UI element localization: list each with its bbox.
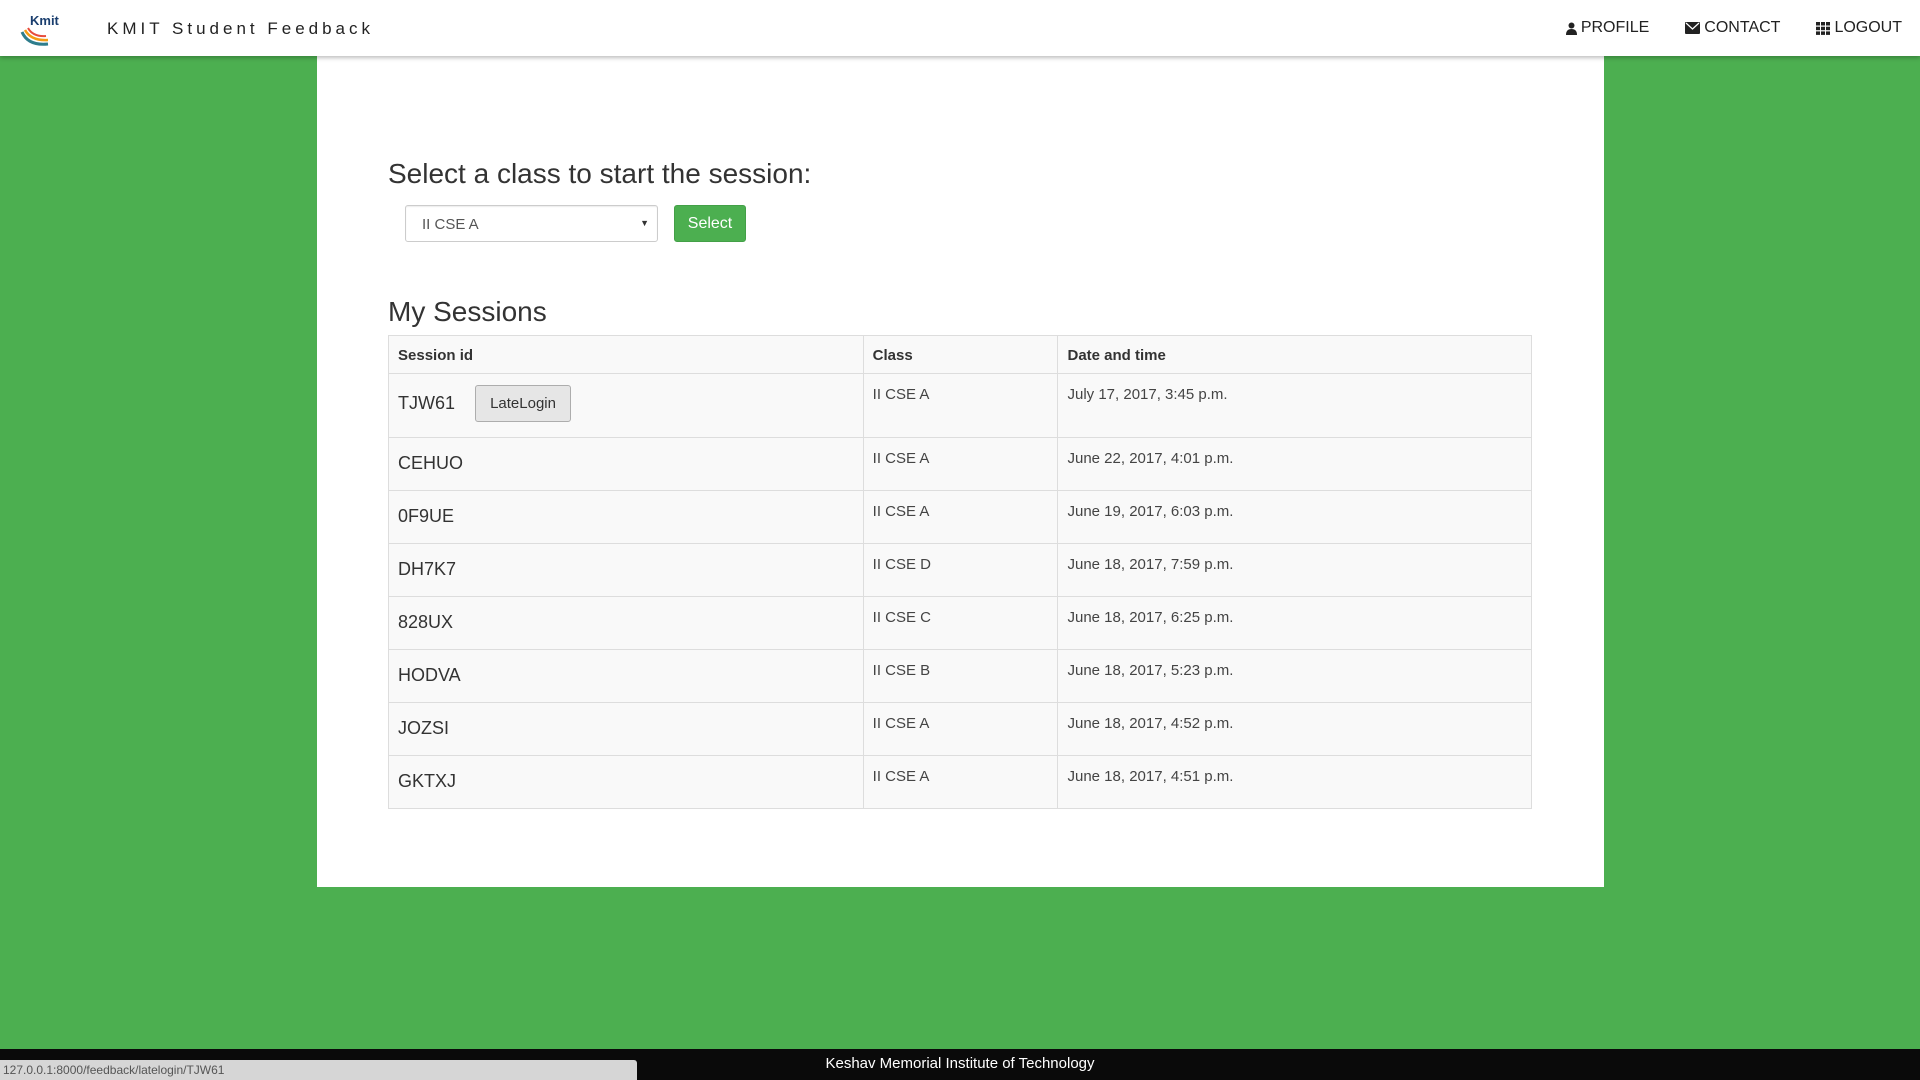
svg-text:Kmit: Kmit: [30, 13, 60, 28]
nav-contact-link[interactable]: CONTACT: [1685, 19, 1780, 37]
class-select-value: II CSE A: [422, 216, 479, 233]
session-id-cell: 828UX: [388, 596, 864, 650]
select-class-heading: Select a class to start the session:: [388, 158, 812, 189]
session-datetime-cell: June 22, 2017, 4:01 p.m.: [1057, 437, 1532, 491]
session-datetime-cell: June 18, 2017, 6:25 p.m.: [1057, 596, 1532, 650]
late-login-button[interactable]: LateLogin: [475, 385, 572, 422]
kmit-logo[interactable]: Kmit: [18, 10, 68, 46]
session-datetime-cell: June 19, 2017, 6:03 p.m.: [1057, 490, 1532, 544]
table-header-row: Session id Class Date and time: [388, 335, 1532, 374]
table-row: JOZSI II CSE A June 18, 2017, 4:52 p.m.: [388, 702, 1532, 756]
nav-contact-label: CONTACT: [1704, 19, 1781, 36]
session-class-cell: II CSE C: [862, 596, 1059, 650]
session-datetime-cell: June 18, 2017, 5:23 p.m.: [1057, 649, 1532, 703]
session-class-cell: II CSE B: [862, 649, 1059, 703]
session-class-cell: II CSE A: [862, 490, 1059, 544]
session-datetime-cell: June 18, 2017, 4:52 p.m.: [1057, 702, 1532, 756]
column-header-class: Class: [862, 335, 1059, 374]
app-title: KMIT Student Feedback: [107, 19, 375, 38]
nav-logout-link[interactable]: LOGOUT: [1816, 19, 1902, 37]
session-id-cell: DH7K7: [388, 543, 864, 597]
nav-profile-label: PROFILE: [1580, 19, 1650, 36]
envelope-icon: [1685, 22, 1701, 34]
table-row: CEHUO II CSE A June 22, 2017, 4:01 p.m.: [388, 437, 1532, 491]
session-id-cell: GKTXJ: [388, 755, 864, 809]
select-button[interactable]: Select: [674, 205, 746, 242]
session-datetime-cell: June 18, 2017, 4:51 p.m.: [1057, 755, 1532, 809]
column-header-date-time: Date and time: [1057, 335, 1532, 374]
session-class-cell: II CSE D: [862, 543, 1059, 597]
session-id-cell: TJW61 LateLogin: [388, 373, 864, 438]
nav-links: PROFILE CONTACT LOGOUT: [1530, 0, 1902, 56]
nav-profile-link[interactable]: PROFILE: [1565, 19, 1650, 37]
class-select[interactable]: II CSE A ▼: [405, 205, 658, 242]
session-class-cell: II CSE A: [862, 755, 1059, 809]
session-id-cell: HODVA: [388, 649, 864, 703]
nav-logout-label: LOGOUT: [1834, 19, 1902, 36]
status-bar-url: 127.0.0.1:8000/feedback/latelogin/TJW61: [0, 1060, 637, 1080]
user-icon: [1565, 22, 1577, 35]
session-class-cell: II CSE A: [862, 702, 1059, 756]
session-class-cell: II CSE A: [862, 373, 1059, 438]
my-sessions-heading: My Sessions: [388, 296, 547, 327]
session-datetime-cell: June 18, 2017, 7:59 p.m.: [1057, 543, 1532, 597]
table-row: HODVA II CSE B June 18, 2017, 5:23 p.m.: [388, 649, 1532, 703]
main-panel: Select a class to start the session: II …: [317, 56, 1604, 887]
sessions-table: Session id Class Date and time TJW61 Lat…: [388, 335, 1532, 809]
chevron-down-icon: ▼: [640, 218, 649, 228]
session-id-cell: JOZSI: [388, 702, 864, 756]
session-datetime-cell: July 17, 2017, 3:45 p.m.: [1057, 373, 1532, 438]
top-navbar: Kmit KMIT Student Feedback PROFILE CONTA…: [0, 0, 1920, 56]
session-class-cell: II CSE A: [862, 437, 1059, 491]
table-row: TJW61 LateLogin II CSE A July 17, 2017, …: [388, 373, 1532, 438]
column-header-session-id: Session id: [388, 335, 864, 374]
table-row: GKTXJ II CSE A June 18, 2017, 4:51 p.m.: [388, 755, 1532, 809]
table-row: 0F9UE II CSE A June 19, 2017, 6:03 p.m.: [388, 490, 1532, 544]
session-id-cell: CEHUO: [388, 437, 864, 491]
table-row: DH7K7 II CSE D June 18, 2017, 7:59 p.m.: [388, 543, 1532, 597]
table-row: 828UX II CSE C June 18, 2017, 6:25 p.m.: [388, 596, 1532, 650]
grid-icon: [1816, 21, 1831, 35]
session-id: TJW61: [398, 393, 456, 413]
session-id-cell: 0F9UE: [388, 490, 864, 544]
